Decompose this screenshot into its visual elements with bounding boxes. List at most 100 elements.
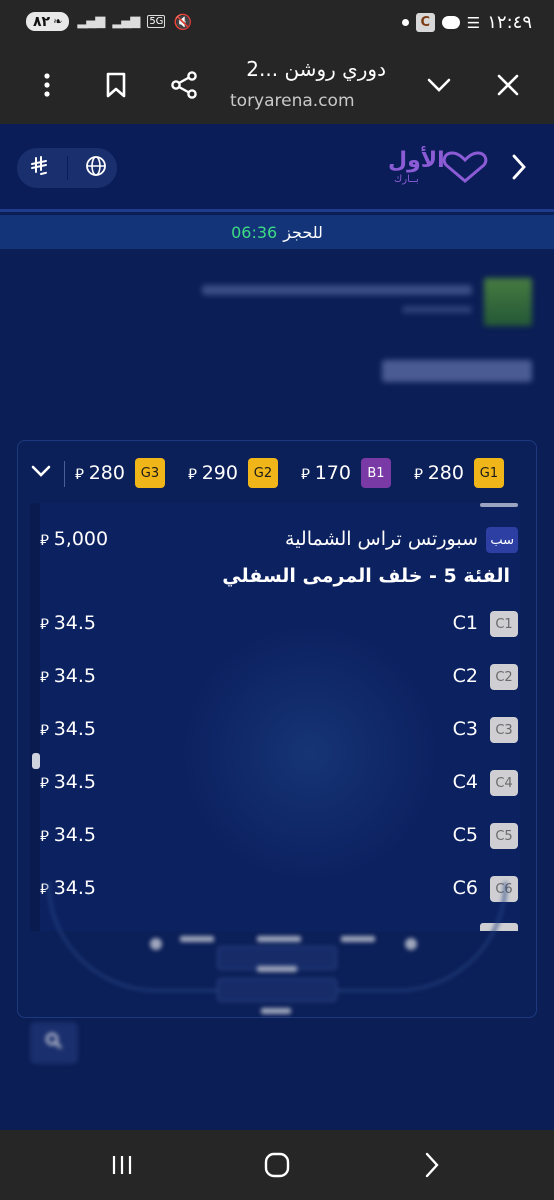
zoom-button[interactable] xyxy=(30,1022,78,1064)
category-price-value: 280 xyxy=(88,462,125,484)
riyal-symbol-icon: ⃁ xyxy=(40,827,54,845)
row-badge: C3 xyxy=(490,717,518,743)
riyal-icon[interactable] xyxy=(24,156,54,180)
section-heading-blurred xyxy=(382,360,532,382)
stadium-marker xyxy=(150,938,162,950)
category-badge: G1 xyxy=(473,458,504,488)
stack-icon: ☰ xyxy=(466,13,481,32)
match-title-blurred xyxy=(202,285,472,295)
category-chip-g3[interactable]: ⃁ 280 G3 xyxy=(75,457,165,489)
list-item-supporters[interactable]: سب سبورتس تراس الشمالية ⃁ 5,000 xyxy=(30,519,520,559)
riyal-symbol-icon: ⃁ xyxy=(40,531,54,549)
stadium-dash xyxy=(257,966,297,972)
riyal-symbol-icon: ⃁ xyxy=(40,668,54,686)
category-price: ⃁ 280 xyxy=(414,462,464,484)
share-icon[interactable] xyxy=(166,67,202,103)
clock: ١٢:٤٩ xyxy=(487,12,532,33)
row-price-value: 34.5 xyxy=(53,718,96,740)
stadium-dash xyxy=(261,1008,291,1014)
match-thumbnail xyxy=(484,278,532,326)
stadium-map-blurred xyxy=(17,882,537,1016)
stadium-dash xyxy=(180,936,214,942)
category-badge: G3 xyxy=(134,458,165,488)
category-badge: G2 xyxy=(247,458,278,488)
row-price: ⃁ 34.5 xyxy=(40,718,96,740)
chevron-down-icon[interactable] xyxy=(421,67,457,103)
stadium-dash xyxy=(257,936,301,942)
home-icon[interactable] xyxy=(257,1150,297,1180)
page-url[interactable]: toryarena.com xyxy=(230,91,380,111)
match-subtitle-blurred xyxy=(402,306,472,313)
row-name: C5 xyxy=(452,824,478,846)
match-info-blurred xyxy=(0,250,554,450)
row-badge: C2 xyxy=(490,664,518,690)
page-title[interactable]: دوري روشن ...2 xyxy=(226,57,386,81)
category-price: ⃁ 290 xyxy=(188,462,238,484)
list-item[interactable]: C2 C2 ⃁ 34.5 xyxy=(30,656,520,696)
row-badge: C4 xyxy=(490,770,518,796)
row-name: C1 xyxy=(452,612,478,634)
signal-icon-2: ▂▄▆ xyxy=(112,14,140,29)
category-chip-g1[interactable]: ⃁ 280 G1 xyxy=(414,457,504,489)
row-price: ⃁ 5,000 xyxy=(40,528,108,550)
timer-label: للحجز xyxy=(283,222,323,242)
notification-app-icon: C xyxy=(415,13,435,32)
search-icon xyxy=(45,1032,63,1054)
globe-icon[interactable] xyxy=(81,155,111,181)
category-bar: ⃁ 280 G1 ⃁ 170 B1 ⃁ 290 G2 ⃁ 280 G3 xyxy=(18,441,538,503)
riyal-symbol-icon: ⃁ xyxy=(40,721,54,739)
list-item[interactable]: C4 C4 ⃁ 34.5 xyxy=(30,762,520,802)
category-price: ⃁ 280 xyxy=(75,462,125,484)
riyal-symbol-icon: ⃁ xyxy=(40,615,54,633)
status-bar: ٨٢ ❧ ▂▄▆ ▂▄▆ 5G 🔇 C ☰ ١٢:٤٩ xyxy=(0,0,554,46)
stadium-marker xyxy=(405,938,417,950)
row-name: C4 xyxy=(452,771,478,793)
list-item[interactable]: C1 C1 ⃁ 34.5 xyxy=(30,603,520,643)
previous-badge-stub xyxy=(480,503,518,507)
collapse-chevron-icon[interactable] xyxy=(30,459,52,487)
row-price: ⃁ 34.5 xyxy=(40,824,96,846)
row-name: C3 xyxy=(452,718,478,740)
booking-timer: 06:36 للحجز xyxy=(0,215,554,249)
row-price-value: 34.5 xyxy=(53,665,96,687)
riyal-symbol-icon: ⃁ xyxy=(40,774,54,792)
logo-text: الأول xyxy=(388,148,445,173)
row-price-value: 5,000 xyxy=(53,528,109,550)
category-chip-b1[interactable]: ⃁ 170 B1 xyxy=(301,457,391,489)
seat-list[interactable]: سب سبورتس تراس الشمالية ⃁ 5,000 الفئة 5 … xyxy=(30,503,520,931)
list-item[interactable]: C5 C5 ⃁ 34.5 xyxy=(30,815,520,855)
close-icon[interactable] xyxy=(490,67,526,103)
riyal-symbol-icon: ⃁ xyxy=(414,465,428,483)
row-badge: C1 xyxy=(490,611,518,637)
pill-divider xyxy=(66,156,68,180)
row-badge: C5 xyxy=(490,823,518,849)
row-price: ⃁ 34.5 xyxy=(40,771,96,793)
chevron-right-icon[interactable] xyxy=(512,154,526,184)
back-icon[interactable] xyxy=(412,1150,452,1180)
category-price-value: 290 xyxy=(201,462,238,484)
battery-indicator: ٨٢ ❧ xyxy=(26,12,70,31)
category-price-value: 280 xyxy=(427,462,464,484)
bookmark-icon[interactable] xyxy=(98,67,134,103)
category-badge: B1 xyxy=(360,458,391,488)
mute-icon: 🔇 xyxy=(173,12,193,31)
riyal-symbol-icon: ⃁ xyxy=(301,465,315,483)
browser-toolbar: دوري روشن ...2 toryarena.com xyxy=(0,46,554,124)
row-price-value: 34.5 xyxy=(53,824,96,846)
recent-apps-icon[interactable] xyxy=(102,1150,142,1180)
heart-logo-icon xyxy=(442,151,488,183)
logo-subtext: بــارك xyxy=(394,174,419,185)
category-price: ⃁ 170 xyxy=(301,462,351,484)
row-price: ⃁ 34.5 xyxy=(40,612,96,634)
list-item[interactable]: C3 C3 ⃁ 34.5 xyxy=(30,709,520,749)
row-badge: سب xyxy=(486,527,518,553)
menu-kebab-icon[interactable] xyxy=(29,67,65,103)
settings-pill xyxy=(17,148,117,188)
system-nav-bar xyxy=(0,1130,554,1200)
site-header: الأول بــارك xyxy=(0,124,554,212)
row-price: ⃁ 34.5 xyxy=(40,665,96,687)
category-price-value: 170 xyxy=(314,462,351,484)
brand-logo[interactable]: الأول بــارك xyxy=(388,144,488,192)
stadium-dash xyxy=(341,936,375,942)
category-chip-g2[interactable]: ⃁ 290 G2 xyxy=(188,457,278,489)
